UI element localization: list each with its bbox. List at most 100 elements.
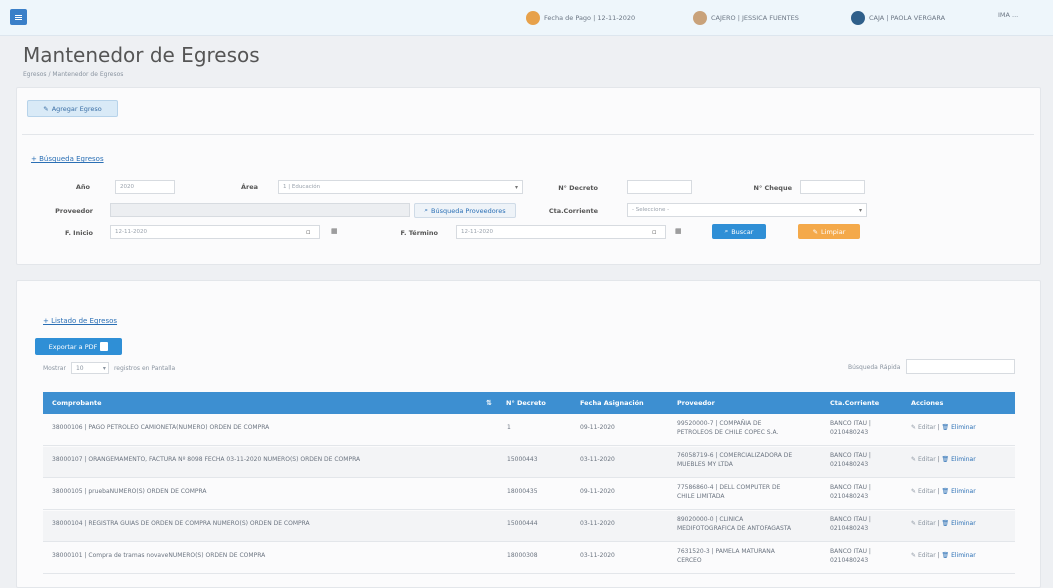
delete-action[interactable]: 🗑 Eliminar (942, 456, 976, 463)
calendar-icon[interactable]: ▦ (331, 227, 338, 235)
row-actions: ✎ Editar | 🗑 Eliminar (911, 488, 976, 495)
edit-label: Editar (917, 456, 936, 463)
search-section-toggle[interactable]: + Búsqueda Egresos (31, 155, 104, 163)
cajero-text: CAJERO | JESSICA FUENTES (711, 14, 799, 22)
area-select[interactable]: 1 | Educación ▾ (278, 180, 523, 194)
divider (22, 134, 1034, 135)
cta-select-value: - Seleccione - (632, 207, 670, 213)
search-icon: ⌕ (724, 227, 729, 235)
table-row[interactable]: 38000104 | REGISTRA GUIAS DE ORDEN DE CO… (43, 511, 1015, 542)
edit-label: Editar (917, 488, 936, 495)
delete-label: Eliminar (951, 552, 976, 559)
cta-select[interactable]: - Seleccione - ▾ (627, 203, 867, 217)
listing-section-toggle[interactable]: + Listado de Egresos (43, 317, 117, 325)
per-page-label: registros en Pantalla (113, 364, 176, 372)
edit-action[interactable]: ✎ Editar (911, 520, 936, 527)
top-navbar: Fecha de Pago | 12-11-2020 CAJERO | JESS… (0, 0, 1053, 36)
cell-comprobante: 38000105 | pruebaNUMERO(S) ORDEN DE COMP… (52, 488, 207, 495)
col-comprobante[interactable]: Comprobante (52, 399, 102, 407)
table-row[interactable]: 38000101 | Compra de tramas novaveNUMERO… (43, 543, 1015, 574)
cell-decreto: 15000444 (507, 520, 538, 527)
calendar-icon[interactable]: ▦ (675, 227, 682, 235)
cajero-item[interactable]: CAJERO | JESSICA FUENTES (693, 11, 799, 25)
termino-date-input[interactable]: 12-11-2020 (456, 225, 666, 239)
clear-date-icon[interactable]: ▫ (306, 228, 311, 236)
row-actions: ✎ Editar | 🗑 Eliminar (911, 520, 976, 527)
cell-proveedor: 7631520-3 | PAMELA MATURANA CERCEO (677, 548, 775, 564)
cell-fecha: 03-11-2020 (580, 456, 615, 463)
buscar-button[interactable]: ⌕ Buscar (712, 224, 766, 239)
hamburger-icon (15, 16, 22, 18)
chevron-down-icon: ▾ (514, 184, 518, 191)
edit-label: Editar (917, 552, 936, 559)
inicio-label: F. Inicio (64, 229, 93, 237)
edit-label: Editar (917, 520, 936, 527)
eraser-icon: ✎ (812, 227, 819, 236)
cheque-input[interactable] (800, 180, 865, 194)
delete-label: Eliminar (951, 488, 976, 495)
clear-date-icon[interactable]: ▫ (652, 228, 657, 236)
cell-cta: BANCO ITAU | 0210480243 (830, 548, 871, 564)
quick-search-label: Búsqueda Rápida (848, 364, 901, 371)
calendar-avatar-icon (526, 11, 540, 25)
col-decreto[interactable]: N° Decreto (506, 399, 546, 407)
delete-action[interactable]: 🗑 Eliminar (942, 552, 976, 559)
fecha-pago-text: Fecha de Pago | 12-11-2020 (544, 14, 636, 22)
col-proveedor[interactable]: Proveedor (677, 399, 715, 407)
edit-action[interactable]: ✎ Editar (911, 488, 936, 495)
row-actions: ✎ Editar | 🗑 Eliminar (911, 456, 976, 463)
edit-action[interactable]: ✎ Editar (911, 552, 936, 559)
table-row[interactable]: 38000105 | pruebaNUMERO(S) ORDEN DE COMP… (43, 479, 1015, 510)
buscar-proveedor-button[interactable]: ⌕ Búsqueda Proveedores (414, 203, 516, 218)
delete-action[interactable]: 🗑 Eliminar (942, 424, 976, 431)
cell-fecha: 09-11-2020 (580, 424, 615, 431)
add-egreso-button[interactable]: ✎ Agregar Egreso (27, 100, 118, 117)
cell-proveedor: 76058719-6 | COMERCIALIZADORA DE MUEBLES… (677, 452, 793, 468)
cell-fecha: 09-11-2020 (580, 488, 615, 495)
table-row[interactable]: 38000106 | PAGO PETROLEO CAMIONETA(NUMER… (43, 415, 1015, 446)
cell-comprobante: 38000101 | Compra de tramas novaveNUMERO… (52, 552, 266, 559)
edit-action[interactable]: ✎ Editar (911, 424, 936, 431)
menu-toggle-button[interactable] (10, 9, 27, 25)
delete-action[interactable]: 🗑 Eliminar (942, 488, 976, 495)
edit-action[interactable]: ✎ Editar (911, 456, 936, 463)
row-actions: ✎ Editar | 🗑 Eliminar (911, 424, 976, 431)
page-size-select[interactable]: 10 ▾ (70, 362, 109, 374)
cell-comprobante: 38000107 | ORANGEMAMENTO, FACTURA Nº 809… (52, 456, 361, 463)
limpiar-label: Limpiar (821, 227, 846, 236)
proveedor-label: Proveedor (55, 207, 93, 215)
anio-input[interactable]: 2020 (115, 180, 175, 194)
export-pdf-label: Exportar a PDF (48, 342, 98, 351)
export-pdf-button[interactable]: Exportar a PDF (35, 338, 122, 355)
quick-search-input[interactable] (906, 359, 1015, 374)
caja-item[interactable]: CAJA | PAOLA VERGARA (851, 11, 945, 25)
cell-cta: BANCO ITAU | 0210480243 (830, 452, 871, 468)
col-acciones: Acciones (911, 399, 944, 407)
inicio-date-input[interactable]: 12-11-2020 (110, 225, 320, 239)
delete-label: Eliminar (951, 520, 976, 527)
delete-label: Eliminar (951, 424, 976, 431)
proveedor-input[interactable] (110, 203, 410, 217)
col-fecha[interactable]: Fecha Asignación (580, 399, 644, 407)
user-menu[interactable]: IMA ... (998, 11, 1018, 19)
inicio-date-value: 12-11-2020 (115, 229, 147, 235)
sort-icon[interactable]: ⇅ (486, 399, 492, 407)
table-row[interactable]: 38000107 | ORANGEMAMENTO, FACTURA Nº 809… (43, 447, 1015, 478)
cashier-avatar-icon (851, 11, 865, 25)
chevron-down-icon: ▾ (102, 365, 106, 372)
termino-label: F. Término (400, 229, 439, 237)
decreto-input[interactable] (627, 180, 692, 194)
add-egreso-label: Agregar Egreso (51, 104, 102, 113)
delete-action[interactable]: 🗑 Eliminar (942, 520, 976, 527)
area-select-value: 1 | Educación (283, 184, 321, 190)
show-label: Mostrar (43, 364, 66, 372)
cta-label: Cta.Corriente (548, 207, 598, 215)
limpiar-button[interactable]: ✎ Limpiar (798, 224, 860, 239)
anio-label: Año (75, 183, 90, 191)
cell-comprobante: 38000106 | PAGO PETROLEO CAMIONETA(NUMER… (52, 424, 270, 431)
col-cta[interactable]: Cta.Corriente (830, 399, 879, 407)
decreto-label: N° Decreto (558, 184, 598, 192)
delete-label: Eliminar (951, 456, 976, 463)
termino-date-value: 12-11-2020 (461, 229, 493, 235)
user-menu-text: IMA ... (998, 11, 1019, 19)
